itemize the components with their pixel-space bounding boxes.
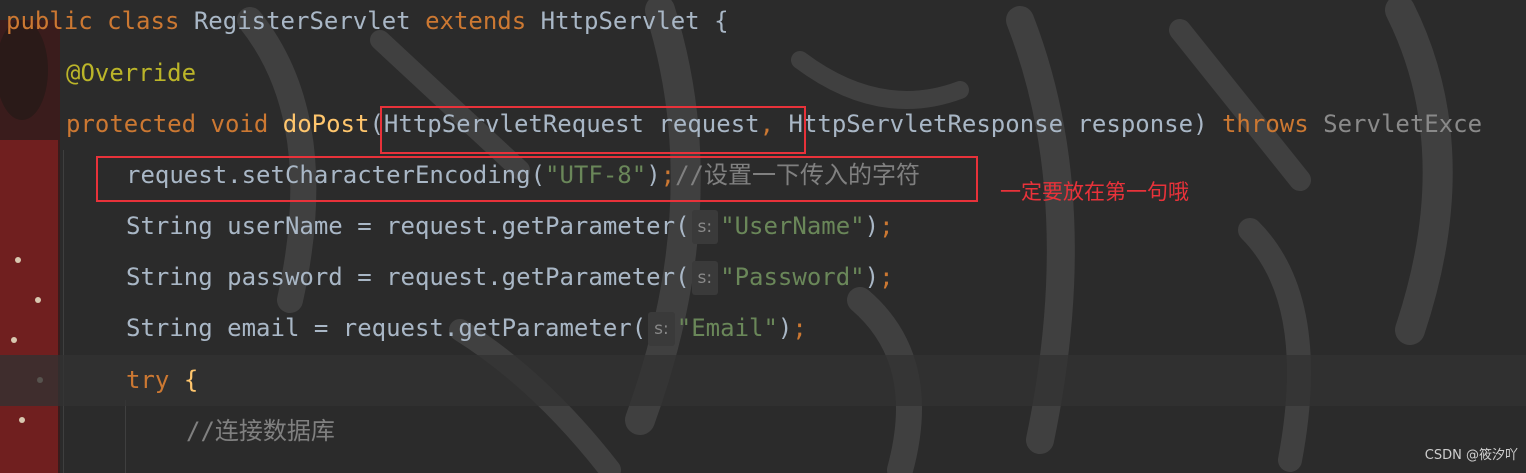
code-line-8-current: try { (0, 355, 1526, 406)
brace: { (183, 366, 199, 394)
param-hint: s: (691, 210, 719, 244)
method-name: doPost (282, 110, 370, 138)
param-hint: s: (648, 312, 675, 346)
password-decl: String password = request.getParameter( (126, 263, 690, 291)
watermark: CSDN @筱汐吖 (1424, 448, 1518, 463)
kw-extends: extends (425, 7, 527, 35)
username-decl: String userName = request.getParameter( (126, 212, 690, 240)
semicolon: ; (792, 314, 807, 342)
parent-class: HttpServlet (540, 7, 700, 35)
kw-public: public (6, 7, 93, 35)
code-line-1: public class RegisterServlet extends Htt… (6, 0, 729, 47)
code-line-7: String email = request.getParameter(s: "E… (126, 303, 807, 354)
line-comment: //连接数据库 (186, 417, 335, 445)
paren-close: ) (1193, 110, 1208, 138)
semicolon: ; (879, 263, 894, 291)
param-response: HttpServletResponse response (788, 110, 1194, 138)
code-line-9: //连接数据库 (186, 406, 335, 457)
email-decl: String email = request.getParameter( (126, 314, 647, 342)
brace: { (714, 7, 729, 35)
semicolon: ; (879, 212, 894, 240)
string-literal: "Password" (720, 263, 865, 291)
indent-guide (125, 400, 126, 473)
paren-close: ) (864, 212, 880, 240)
indent-guide (63, 150, 64, 473)
highlight-box-encoding-line (96, 156, 978, 202)
string-literal: "UserName" (720, 212, 865, 240)
paren-close: ) (777, 314, 793, 342)
override-annotation: @Override (66, 59, 197, 87)
kw-protected: protected (66, 110, 197, 138)
code-line-5: String userName = request.getParameter(s… (126, 201, 894, 252)
param-hint: s: (691, 261, 719, 295)
code-line-6: String password = request.getParameter(s… (126, 252, 894, 303)
string-literal: "Email" (676, 314, 778, 342)
code-editor[interactable]: public class RegisterServlet extends Htt… (0, 0, 1526, 473)
class-name: RegisterServlet (193, 7, 411, 35)
code-line-2: @Override (66, 48, 196, 99)
paren-close: ) (864, 263, 880, 291)
kw-class: class (107, 7, 180, 35)
kw-void: void (210, 110, 269, 138)
kw-try: try (126, 366, 170, 394)
annotation-note: 一定要放在第一句哦 (1000, 180, 1189, 204)
kw-throws: throws (1221, 110, 1309, 138)
highlight-box-request-param (380, 106, 806, 154)
exception-type: ServletExce (1323, 110, 1483, 138)
